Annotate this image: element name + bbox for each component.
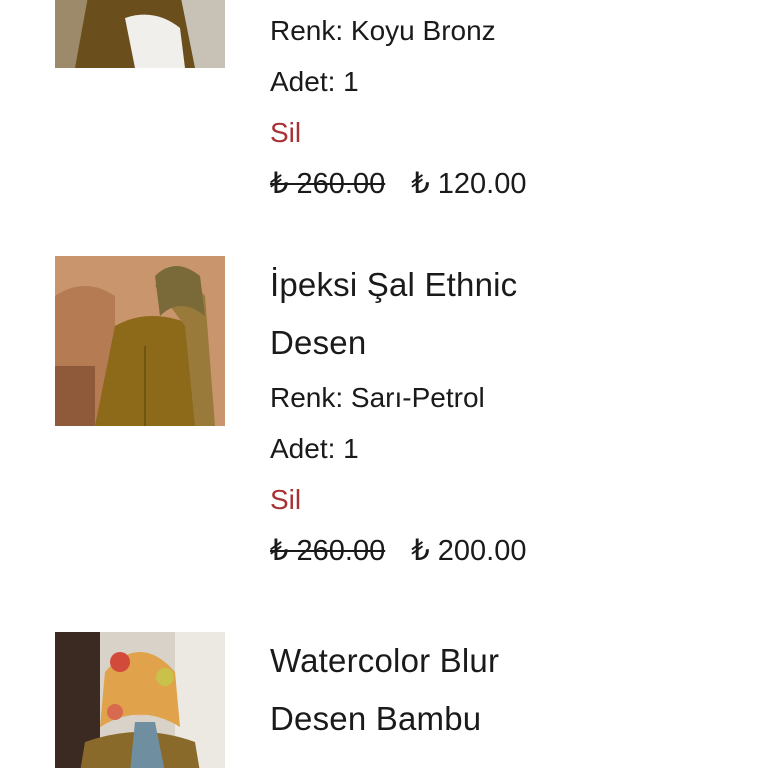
remove-item-link[interactable]: Sil [270, 474, 740, 525]
product-image[interactable] [55, 256, 225, 426]
product-image[interactable] [55, 632, 225, 768]
sale-price: ₺ 120.00 [411, 168, 527, 200]
product-title-line: Watercolor Blur [270, 642, 500, 679]
original-price: ₺ 260.00 [270, 168, 386, 200]
product-color: Renk: Koyu Bronz [270, 15, 496, 46]
product-info: Renk: Koyu Bronz Adet: 1 Sil ₺ 260.00 ₺ … [270, 5, 740, 210]
product-info: Watercolor Blur Desen Bambu [270, 632, 740, 748]
product-photo-icon [55, 256, 225, 426]
product-color: Renk: Sarı-Petrol [270, 382, 485, 413]
product-title[interactable]: İpeksi Şal Ethnic Desen [270, 256, 740, 372]
product-image[interactable] [55, 0, 225, 68]
product-photo-icon [55, 632, 225, 768]
product-title[interactable]: Watercolor Blur Desen Bambu [270, 632, 740, 748]
original-price: ₺ 260.00 [270, 535, 386, 567]
product-quantity: Adet: 1 [270, 433, 359, 464]
cart-item-list: Renk: Koyu Bronz Adet: 1 Sil ₺ 260.00 ₺ … [0, 0, 768, 768]
price-row: ₺ 260.00 ₺ 200.00 [270, 525, 740, 577]
price-row: ₺ 260.00 ₺ 120.00 [270, 158, 740, 210]
product-title-line: İpeksi Şal Ethnic [270, 266, 518, 303]
remove-item-link[interactable]: Sil [270, 107, 740, 158]
sale-price: ₺ 200.00 [411, 535, 527, 567]
product-info: İpeksi Şal Ethnic Desen Renk: Sarı-Petro… [270, 256, 740, 577]
product-title-line: Desen Bambu [270, 700, 482, 737]
product-title-line: Desen [270, 324, 367, 361]
product-quantity: Adet: 1 [270, 66, 359, 97]
product-photo-icon [55, 0, 225, 68]
